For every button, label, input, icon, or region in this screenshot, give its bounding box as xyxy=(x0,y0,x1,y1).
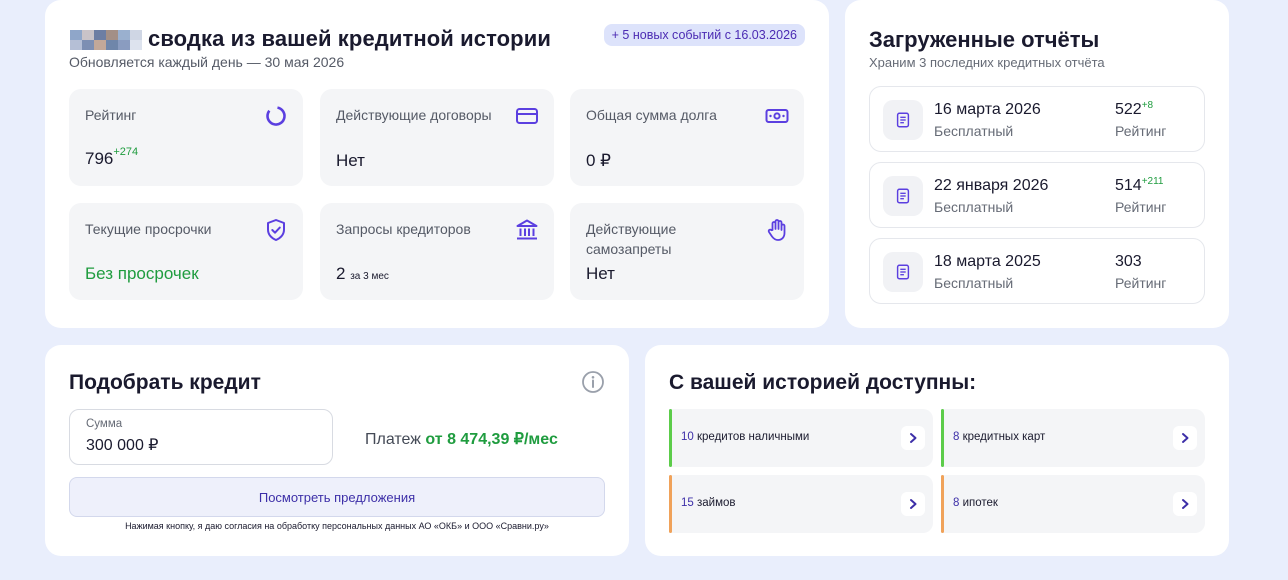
report-date: 18 марта 2025 xyxy=(934,253,1041,270)
pixel-block xyxy=(130,30,142,40)
offer-mortgages[interactable]: 8 ипотек xyxy=(941,475,1205,533)
offer-accent-bar xyxy=(941,475,944,533)
offer-microloans[interactable]: 15 займов xyxy=(669,475,933,533)
report-row[interactable]: 16 марта 2026 Бесплатный 522+8 Рейтинг xyxy=(869,86,1205,152)
consent-text: Нажимая кнопку, я даю согласия на обрабо… xyxy=(125,521,549,531)
tile-overdue[interactable]: Текущие просрочки Без просрочек xyxy=(69,203,303,300)
pixel-block xyxy=(82,40,94,50)
offer-count: 15 xyxy=(681,497,694,509)
tile-requests-label: Запросы кредиторов xyxy=(336,221,471,237)
report-score-label: Рейтинг xyxy=(1115,199,1167,215)
tile-rating[interactable]: Рейтинг 796+274 xyxy=(69,89,303,186)
offer-count: 8 xyxy=(953,431,960,443)
pixel-block xyxy=(106,30,118,40)
offer-accent-bar xyxy=(669,409,672,467)
bank-icon xyxy=(514,217,540,243)
document-icon xyxy=(883,252,923,292)
report-score: 514 xyxy=(1115,177,1142,194)
pixel-block xyxy=(94,40,106,50)
chevron-right-icon[interactable] xyxy=(1173,492,1197,516)
payment-value: от 8 474,39 ₽/мес xyxy=(425,431,558,448)
offer-count: 10 xyxy=(681,431,694,443)
offer-accent-bar xyxy=(669,475,672,533)
credit-picker-card: Подобрать кредит Сумма 300 000 ₽ Платеж … xyxy=(45,345,629,556)
pixel-block xyxy=(70,30,82,40)
reports-title: Загруженные отчёты xyxy=(869,27,1100,52)
tile-requests-note: за 3 мес xyxy=(350,271,389,282)
chevron-right-icon[interactable] xyxy=(1173,426,1197,450)
document-icon xyxy=(883,176,923,216)
report-score: 522 xyxy=(1115,101,1142,118)
tile-requests[interactable]: Запросы кредиторов 2 за 3 мес xyxy=(320,203,554,300)
chevron-right-icon[interactable] xyxy=(901,426,925,450)
info-icon[interactable] xyxy=(581,370,605,394)
report-date: 22 января 2026 xyxy=(934,177,1049,194)
tile-rating-delta: +274 xyxy=(113,146,139,158)
chevron-right-icon[interactable] xyxy=(901,492,925,516)
offer-count: 8 xyxy=(953,497,960,509)
tile-debt-label: Общая сумма долга xyxy=(586,107,717,123)
tile-rating-label: Рейтинг xyxy=(85,107,137,123)
report-type: Бесплатный xyxy=(934,199,1014,215)
credit-summary-card: сводка из вашей кредитной истории Обновл… xyxy=(45,0,829,328)
report-score-label: Рейтинг xyxy=(1115,275,1167,291)
offer-label: кредитных карт xyxy=(962,431,1046,443)
pixel-block xyxy=(130,40,142,50)
hand-stop-icon xyxy=(764,217,790,243)
amount-label: Сумма xyxy=(86,418,123,430)
summary-subtitle: Обновляется каждый день — 30 мая 2026 xyxy=(69,54,345,70)
new-events-badge[interactable]: + 5 новых событий с 16.03.2026 xyxy=(603,24,805,46)
shield-check-icon xyxy=(263,217,289,243)
offer-credit-cards[interactable]: 8 кредитных карт xyxy=(941,409,1205,467)
rating-ring-icon xyxy=(263,103,289,129)
tile-self-bans-label: Действующие самозапреты xyxy=(586,221,677,257)
document-icon xyxy=(883,100,923,140)
tile-self-bans[interactable]: Действующие самозапреты Нет xyxy=(570,203,804,300)
offers-title: С вашей историей доступны: xyxy=(669,371,977,394)
offer-accent-bar xyxy=(941,409,944,467)
tile-contracts-value: Нет xyxy=(336,151,365,170)
tile-overdue-value: Без просрочек xyxy=(85,264,199,283)
offer-cash-loans[interactable]: 10 кредитов наличными xyxy=(669,409,933,467)
report-type: Бесплатный xyxy=(934,123,1014,139)
report-score-label: Рейтинг xyxy=(1115,123,1167,139)
pixel-block xyxy=(82,30,94,40)
pixel-block xyxy=(118,40,130,50)
pixel-block xyxy=(94,30,106,40)
report-score: 303 xyxy=(1115,253,1142,270)
report-score-delta: +211 xyxy=(1141,176,1164,187)
report-row[interactable]: 18 марта 2025 Бесплатный 303 Рейтинг xyxy=(869,238,1205,304)
blurred-user-name xyxy=(70,30,142,50)
reports-card: Загруженные отчёты Храним 3 последних кр… xyxy=(845,0,1229,328)
report-type: Бесплатный xyxy=(934,275,1014,291)
reports-subtitle: Храним 3 последних кредитных отчёта xyxy=(869,55,1105,70)
pixel-block xyxy=(118,30,130,40)
credit-title: Подобрать кредит xyxy=(69,371,261,394)
tile-contracts-label: Действующие договоры xyxy=(336,107,492,123)
summary-title: сводка из вашей кредитной истории xyxy=(148,26,551,51)
tile-requests-value: 2 xyxy=(336,264,346,283)
report-row[interactable]: 22 января 2026 Бесплатный 514+211 Рейтин… xyxy=(869,162,1205,228)
report-score-delta: +8 xyxy=(1141,100,1154,111)
payment-label: Платеж xyxy=(365,431,421,448)
offer-label: ипотек xyxy=(962,497,998,509)
pixel-block xyxy=(106,40,118,50)
tile-debt-value: 0 ₽ xyxy=(586,151,611,170)
view-offers-button[interactable]: Посмотреть предложения xyxy=(69,477,605,517)
cash-icon xyxy=(764,103,790,129)
tile-overdue-label: Текущие просрочки xyxy=(85,221,212,237)
monthly-payment: Платеж от 8 474,39 ₽/мес xyxy=(365,429,558,449)
amount-value: 300 000 ₽ xyxy=(86,437,159,454)
amount-field[interactable]: Сумма 300 000 ₽ xyxy=(69,409,333,465)
tile-self-bans-value: Нет xyxy=(586,264,615,283)
tile-contracts[interactable]: Действующие договоры Нет xyxy=(320,89,554,186)
available-offers-card: С вашей историей доступны: 10 кредитов н… xyxy=(645,345,1229,556)
offer-label: займов xyxy=(697,497,736,509)
tile-rating-value: 796 xyxy=(85,149,114,168)
tile-debt[interactable]: Общая сумма долга 0 ₽ xyxy=(570,89,804,186)
card-icon xyxy=(514,103,540,129)
pixel-block xyxy=(70,40,82,50)
report-date: 16 марта 2026 xyxy=(934,101,1041,118)
offer-label: кредитов наличными xyxy=(697,431,810,443)
